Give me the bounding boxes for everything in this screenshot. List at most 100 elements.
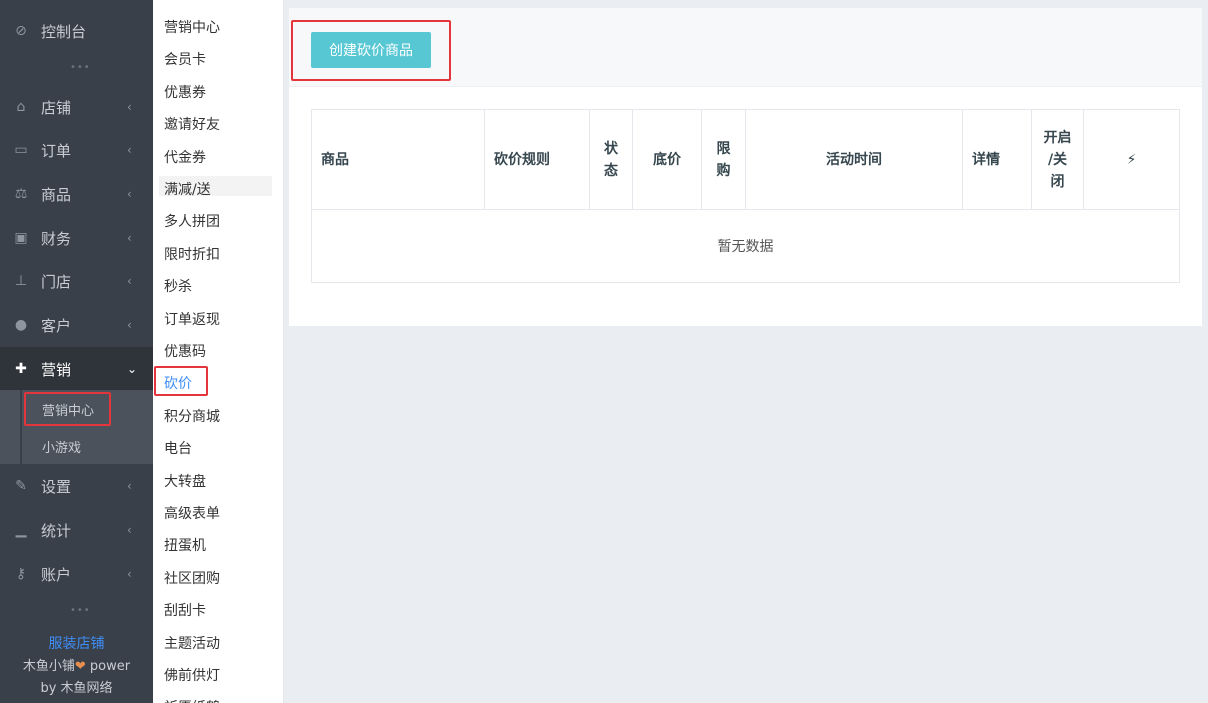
column-header-bargain-rule: 砍价规则 — [485, 110, 590, 210]
scale-icon: ⚖ — [14, 186, 28, 202]
gift-icon: ✚ — [15, 361, 27, 377]
sidebar-item-stats[interactable]: ▁ 统计 ‹ — [0, 508, 153, 552]
sidebar-item-label: 财务 — [41, 229, 72, 248]
sidebar-item-store[interactable]: ⊥ 门店 ‹ — [0, 259, 153, 303]
column-header-text: 详情 — [972, 149, 1000, 171]
menu-item-voucher[interactable]: 代金券 — [164, 147, 206, 167]
menu-item-lucky-wheel[interactable]: 大转盘 — [164, 471, 206, 491]
chevron-left-icon: ‹ — [127, 567, 132, 581]
column-header-text: 底价 — [653, 149, 681, 171]
wrench-icon: ✎ — [15, 478, 27, 494]
power-prefix: 木鱼小铺 — [22, 659, 75, 674]
marketing-submenu: 营销中心 会员卡 优惠券 邀请好友 代金券 满减/送 多人拼团 限时折扣 秒杀 订单返现 优惠码 砍价… — [153, 0, 284, 703]
chevron-left-icon: ‹ — [127, 523, 132, 537]
header-line: 态 — [604, 163, 618, 179]
column-header-text: 砍价规则 — [494, 149, 550, 171]
column-header-toggle: 开启/关闭 — [1032, 110, 1084, 210]
sidebar-item-settings[interactable]: ✎ 设置 ‹ — [0, 464, 153, 508]
sidebar-item-account[interactable]: ⚷ 账户 ‹ — [0, 552, 153, 596]
column-header-detail: 详情 — [963, 110, 1032, 210]
sidebar-item-label: 门店 — [41, 272, 72, 291]
submenu-indent-bar — [20, 390, 22, 464]
main-sidebar: ⊘ 控制台 ••• ⌂ 店铺 ‹ ▭ 订单 ‹ ⚖ 商品 ‹ ▣ 财务 ‹ ⊥ … — [0, 0, 153, 703]
sidebar-item-marketing[interactable]: ✚ 营销 ⌄ — [0, 347, 153, 391]
menu-item-member-card[interactable]: 会员卡 — [164, 49, 206, 69]
sidebar-item-label: 统计 — [41, 521, 72, 540]
toolbar: 创建砍价商品 — [289, 8, 1202, 87]
highlight-box — [291, 20, 451, 81]
chevron-left-icon: ‹ — [127, 318, 132, 332]
sidebar-item-goods[interactable]: ⚖ 商品 ‹ — [0, 172, 153, 216]
menu-item-flash-sale[interactable]: 秒杀 — [164, 276, 192, 296]
sidebar-subitem-mini-games[interactable]: 小游戏 — [42, 437, 81, 456]
sidebar-item-shop[interactable]: ⌂ 店铺 ‹ — [0, 85, 153, 129]
sidebar-divider-dots: ••• — [70, 62, 91, 73]
menu-item-community-buy[interactable]: 社区团购 — [164, 568, 220, 588]
sidebar-item-label: 设置 — [41, 477, 72, 496]
sitemap-icon: ⊥ — [14, 273, 28, 289]
menu-item-marketing-center[interactable]: 营销中心 — [164, 17, 220, 37]
sidebar-item-finance[interactable]: ▣ 财务 ‹ — [0, 216, 153, 260]
menu-item-points-mall[interactable]: 积分商城 — [164, 406, 220, 426]
sidebar-item-label: 订单 — [41, 141, 72, 160]
column-header-floor-price: 底价 — [633, 110, 702, 210]
header-line: 限 — [716, 141, 731, 157]
sidebar-item-order[interactable]: ▭ 订单 ‹ — [0, 128, 153, 172]
power-suffix: power — [85, 659, 131, 674]
menu-item-coupon[interactable]: 优惠券 — [164, 82, 206, 102]
power-text: 木鱼小铺❤ power — [0, 655, 153, 674]
chevron-left-icon: ‹ — [127, 479, 132, 493]
chevron-down-icon: ⌄ — [127, 362, 138, 376]
column-header-purchase-limit: 限购 — [702, 110, 746, 210]
column-header-action: ⚡ — [1084, 110, 1179, 210]
sidebar-item-label: 营销 — [41, 360, 72, 379]
bargain-panel: 创建砍价商品 商品 砍价规则 状态 底价 限购 活动时间 详情 开启/关闭 ⚡ 暂无数据 — [289, 8, 1202, 326]
chevron-left-icon: ‹ — [127, 100, 132, 114]
header-line: 商品 — [321, 152, 349, 168]
header-line: 活动时间 — [826, 152, 882, 168]
bolt-icon: ⚡ — [1126, 152, 1137, 168]
column-header-activity-time: 活动时间 — [746, 110, 963, 210]
chevron-left-icon: ‹ — [127, 231, 132, 245]
by-text: by 木鱼网络 — [40, 681, 113, 696]
menu-item-gashapon[interactable]: 扭蛋机 — [164, 535, 206, 555]
menu-item-discount-gift[interactable]: 满减/送 — [164, 179, 211, 199]
menu-item-advanced-form[interactable]: 高级表单 — [164, 503, 220, 523]
menu-item-group-buy[interactable]: 多人拼团 — [164, 211, 220, 231]
column-header-text: 状态 — [604, 138, 618, 182]
menu-item-buddha-lamp[interactable]: 佛前供灯 — [164, 665, 220, 685]
header-line: /关 — [1047, 152, 1068, 168]
users-icon: ● — [14, 317, 28, 333]
shop-icon: ⌂ — [16, 99, 26, 115]
sidebar-item-label: 客户 — [41, 316, 72, 335]
header-line: 闭 — [1050, 174, 1065, 190]
column-header-text: 商品 — [321, 149, 349, 171]
menu-item-radio[interactable]: 电台 — [164, 438, 192, 458]
menu-item-theme-event[interactable]: 主题活动 — [164, 633, 220, 653]
sidebar-divider-dots: ••• — [70, 605, 91, 616]
heart-icon: ❤ — [74, 659, 86, 674]
header-line: 购 — [716, 163, 731, 179]
shop-name[interactable]: 服装店铺 — [0, 633, 153, 653]
highlight-box — [154, 366, 208, 396]
menu-item-wish-crane[interactable]: 祈愿纸鹤 — [164, 697, 220, 703]
sidebar-submenu-marketing: 营销中心 小游戏 — [0, 390, 153, 464]
header-line: 开启 — [1043, 130, 1072, 146]
table-header: 商品 砍价规则 状态 底价 限购 活动时间 详情 开启/关闭 ⚡ — [312, 110, 1179, 210]
header-line: 详情 — [972, 152, 1000, 168]
column-header-text: ⚡ — [1127, 149, 1137, 171]
chevron-left-icon: ‹ — [127, 187, 132, 201]
empty-state: 暂无数据 — [717, 239, 774, 255]
sidebar-item-customer[interactable]: ● 客户 ‹ — [0, 303, 153, 347]
menu-item-promo-code[interactable]: 优惠码 — [164, 341, 206, 361]
money-icon: ▣ — [14, 230, 28, 246]
dashboard-icon: ⊘ — [15, 23, 27, 39]
chevron-left-icon: ‹ — [127, 143, 132, 157]
chevron-left-icon: ‹ — [127, 274, 132, 288]
menu-item-limited-discount[interactable]: 限时折扣 — [164, 244, 220, 264]
sidebar-item-label: 店铺 — [41, 98, 72, 117]
menu-item-scratch-card[interactable]: 刮刮卡 — [164, 600, 206, 620]
menu-item-invite-friends[interactable]: 邀请好友 — [164, 114, 220, 134]
sidebar-item-dashboard[interactable]: ⊘ 控制台 — [0, 9, 153, 53]
menu-item-order-cashback[interactable]: 订单返现 — [164, 309, 220, 329]
